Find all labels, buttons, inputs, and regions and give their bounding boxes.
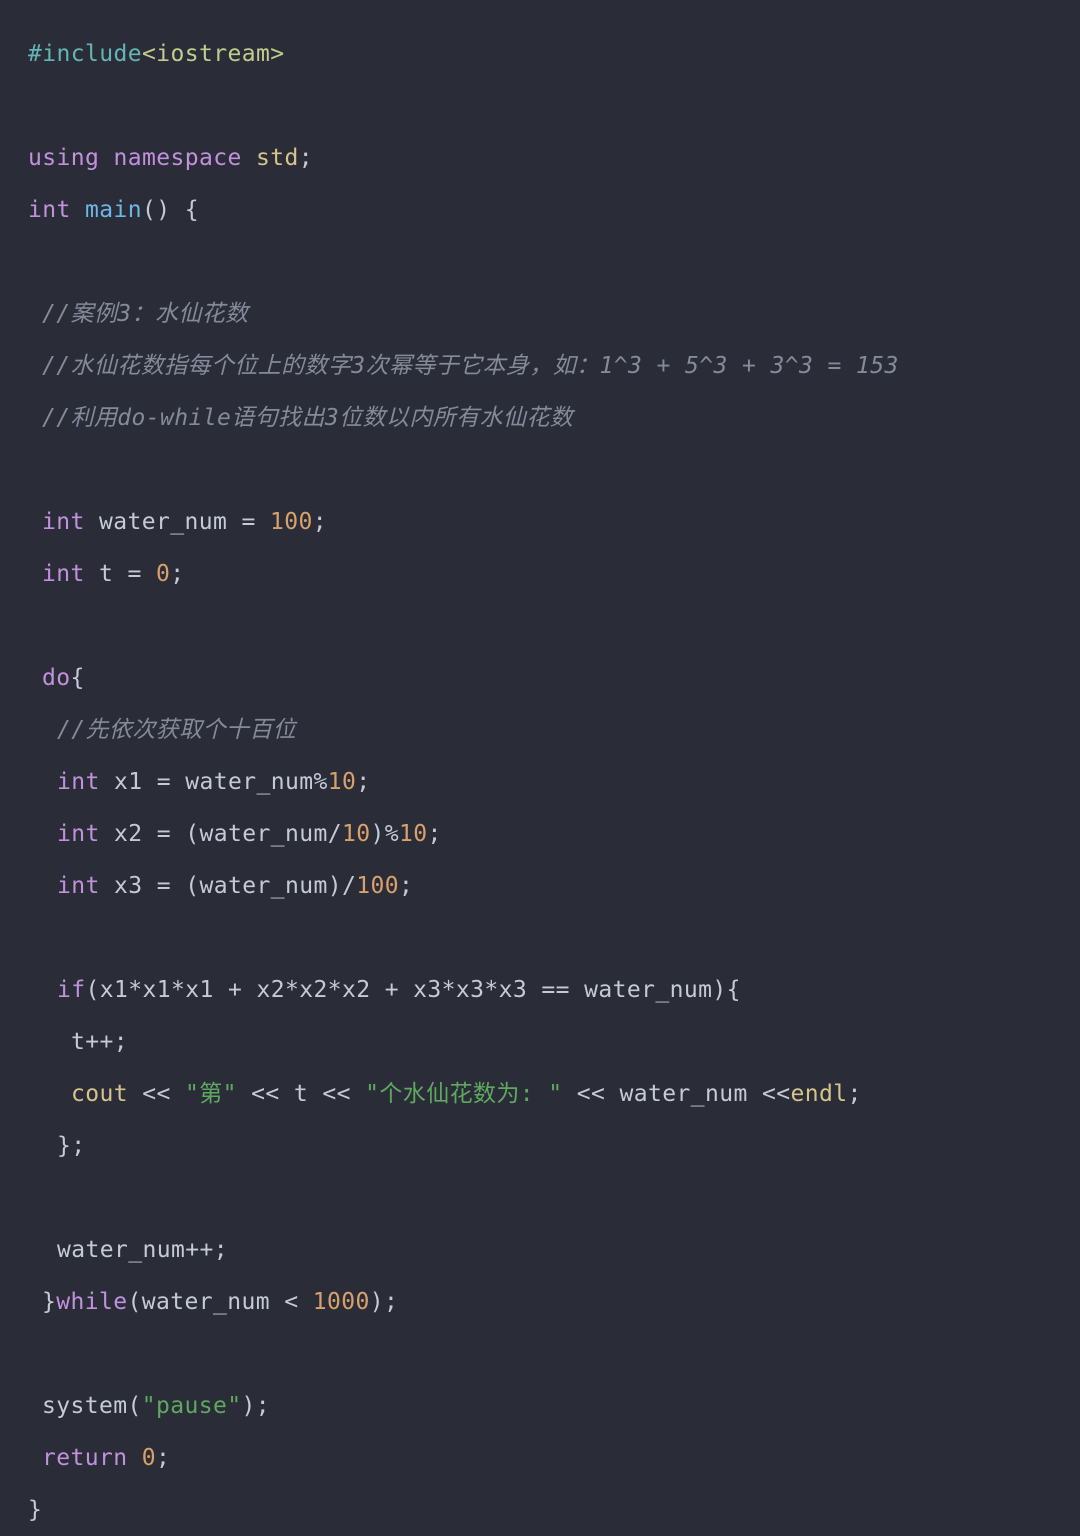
- code-line-while-condition: }while(water_num < 1000);: [0, 1276, 1080, 1328]
- code-line-declare-x3: int x3 = (water_num)/100;: [0, 860, 1080, 912]
- semicolon-token: ;: [356, 769, 371, 795]
- comment-narcissistic-definition: //水仙花数指每个位上的数字3次幂等于它本身，如：1^3 + 5^3 + 3^3…: [42, 353, 899, 379]
- do-keyword: do: [42, 665, 71, 691]
- comment-do-while-task: //利用do-while语句找出3位数以内所有水仙花数: [42, 405, 574, 431]
- comment-extract-digits: //先依次获取个十百位: [57, 717, 297, 743]
- string-literal-di: "第": [185, 1081, 237, 1107]
- while-condition-expression: (water_num <: [127, 1289, 313, 1315]
- code-line-main-close: }: [28, 1497, 43, 1523]
- semicolon-token: ;: [398, 873, 414, 899]
- int-keyword: int: [57, 769, 114, 795]
- int-keyword: int: [42, 561, 99, 587]
- include-header-token: <iostream>: [141, 41, 285, 67]
- code-line-if-close: };: [57, 1133, 86, 1159]
- code-line-declare-x2: int x2 = (water_num/10)%10;: [0, 808, 1080, 860]
- close-brace-token: }: [42, 1289, 57, 1315]
- string-literal-narcissistic: "个水仙花数为: ": [365, 1081, 563, 1107]
- t-identifier: t =: [99, 561, 156, 587]
- main-function-token: main: [85, 197, 142, 223]
- cout-token: cout: [71, 1081, 128, 1107]
- literal-100: 100: [269, 509, 313, 535]
- literal-100: 100: [356, 873, 399, 899]
- modulo-operator: )%: [370, 821, 399, 847]
- string-literal-pause: "pause": [141, 1393, 242, 1419]
- code-line-declare-x1: int x1 = water_num%10;: [0, 756, 1080, 808]
- int-keyword: int: [28, 197, 85, 223]
- x3-expression: x3 = (water_num)/: [114, 873, 357, 899]
- return-keyword: return: [42, 1445, 142, 1471]
- code-line-return: return 0;: [0, 1432, 1080, 1484]
- literal-1000: 1000: [312, 1289, 370, 1315]
- code-line-system-pause: system("pause");: [0, 1380, 1080, 1432]
- std-namespace-token: std: [255, 145, 299, 171]
- code-line-increment-t: t++;: [71, 1029, 128, 1055]
- semicolon-token: ;: [427, 821, 442, 847]
- if-condition-expression: (x1*x1*x1 + x2*x2*x2 + x3*x3*x3 == water…: [85, 977, 741, 1003]
- int-keyword: int: [57, 821, 114, 847]
- comment-case-title: //案例3：水仙花数: [42, 301, 249, 327]
- semicolon-token: ;: [170, 561, 185, 587]
- endl-token: endl: [790, 1081, 848, 1107]
- code-line-increment-water-num: water_num++;: [57, 1237, 228, 1263]
- open-brace-token: {: [70, 665, 85, 691]
- preprocessor-directive-token: #include: [28, 41, 142, 67]
- code-line-if-condition: if(x1*x1*x1 + x2*x2*x2 + x3*x3*x3 == wat…: [0, 964, 1080, 1016]
- int-keyword: int: [57, 873, 114, 899]
- system-call-token: system(: [42, 1393, 142, 1419]
- semicolon-token: ;: [298, 145, 313, 171]
- water-num-identifier: water_num =: [99, 509, 270, 535]
- semicolon-token: );: [241, 1393, 270, 1419]
- code-line-declare-t: int t = 0;: [0, 548, 1080, 600]
- code-line-declare-water-num: int water_num = 100;: [0, 496, 1080, 548]
- semicolon-token: ;: [155, 1445, 171, 1471]
- literal-10: 10: [327, 769, 357, 795]
- semicolon-token: ;: [312, 509, 327, 535]
- literal-10-second: 10: [398, 821, 428, 847]
- main-parens-brace: () {: [142, 197, 199, 223]
- int-keyword: int: [42, 509, 99, 535]
- using-namespace-keyword: using namespace: [28, 145, 256, 171]
- semicolon-token: ;: [847, 1081, 862, 1107]
- stream-operator-3: << water_num <<: [562, 1081, 791, 1107]
- literal-0: 0: [141, 1445, 156, 1471]
- stream-operator-2: << t <<: [236, 1081, 366, 1107]
- literal-10: 10: [341, 821, 371, 847]
- code-line-using-namespace: using namespace std;: [0, 132, 1080, 184]
- literal-0: 0: [156, 561, 171, 587]
- if-keyword: if: [57, 977, 86, 1003]
- code-line-main-signature: int main() {: [0, 184, 1080, 236]
- x1-expression: x1 = water_num%: [114, 769, 328, 795]
- while-keyword: while: [56, 1289, 128, 1315]
- semicolon-token: );: [369, 1289, 399, 1315]
- code-line-do-open: do{: [0, 652, 1080, 704]
- x2-expression: x2 = (water_num/: [114, 821, 342, 847]
- code-line-include: #include<iostream>: [0, 28, 1080, 80]
- code-editor-pane[interactable]: #include<iostream> using namespace std; …: [0, 0, 1080, 1527]
- stream-operator-1: <<: [128, 1081, 185, 1107]
- code-line-cout-output: cout << "第" << t << "个水仙花数为: " << water_…: [0, 1068, 1080, 1120]
